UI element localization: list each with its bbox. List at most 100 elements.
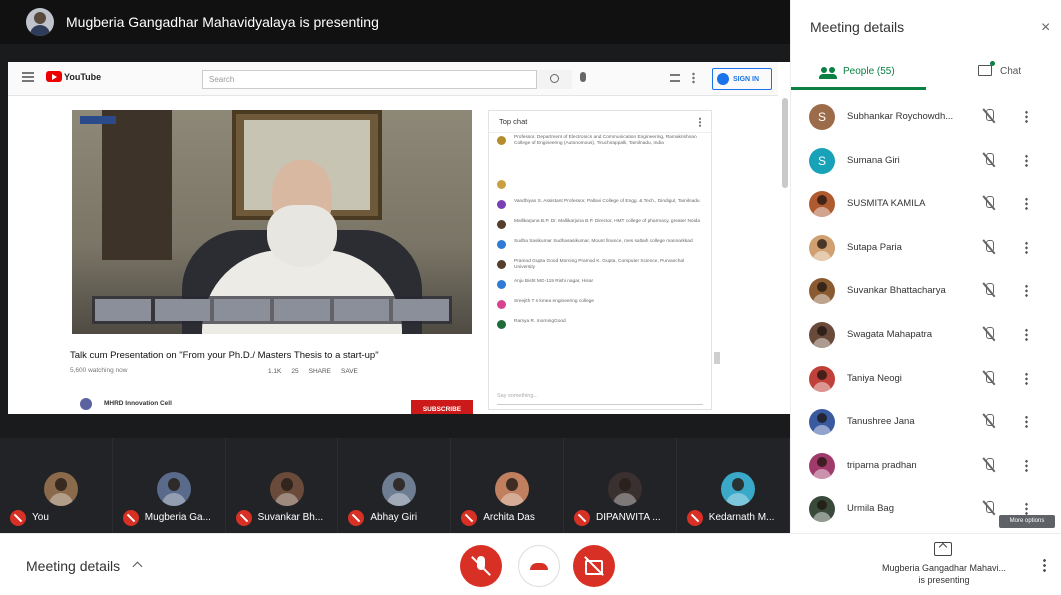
participant-name: DIPANWITA ... [595,512,661,523]
avatar [809,365,835,392]
share-button[interactable]: SHARE [309,368,331,375]
chat-header[interactable]: Top chat [489,111,711,133]
page-scrollbar[interactable] [782,98,788,188]
chat-message: Mallikarjuna B.P. Dr. Mallikarjuna B.P. … [489,217,711,237]
hamburger-menu-icon[interactable] [22,72,34,82]
chat-message: Sudha Sasikumar Sudhasasikumar, Mount fi… [489,237,711,257]
more-vert-icon[interactable] [1025,197,1028,211]
subscribe-button[interactable]: SUBSCRIBE [411,400,473,414]
people-list: S Subhankar Roychowdh... S Sumana Giri SUSMI… [791,96,1061,532]
channel-avatar[interactable] [80,398,92,410]
meet-window: Mugberia Gangadhar Mahavidyalaya is pres… [0,0,1061,595]
participant-name: Abhay Giri [370,512,418,523]
people-list-item[interactable]: SUSMITA KAMILA [791,183,1061,227]
participant-tile[interactable]: Suvankar Bh... [226,438,339,533]
mic-off-icon[interactable] [984,196,994,211]
avatar [809,278,835,305]
person-name: Swagata Mahapatra [847,328,933,340]
people-list-item[interactable]: Tanushree Jana [791,401,1061,445]
dislike-button[interactable]: 25 [291,368,298,375]
avatar [809,409,835,436]
voice-search-icon[interactable] [580,72,586,82]
mic-off-icon[interactable] [984,152,994,168]
video-shelf [102,110,172,260]
more-vert-icon[interactable] [1025,153,1028,167]
mic-off-icon[interactable] [984,457,994,473]
person-name: Tanushree Jana [847,416,915,428]
camera-off-button[interactable] [573,545,615,587]
chat-text: Professor, Department of Electronics and… [514,135,697,146]
youtube-header: YouTube Search SIGN IN [8,62,778,96]
more-vert-icon[interactable] [1025,327,1028,341]
more-vert-icon[interactable] [1025,284,1028,298]
person-name: Sutapa Paria [847,241,902,253]
people-list-item[interactable]: Sutapa Paria [791,227,1061,271]
person-name: SUSMITA KAMILA [847,198,926,210]
mic-off-icon[interactable] [984,370,994,386]
participant-tile[interactable]: Archita Das [451,438,564,533]
hang-up-button[interactable] [518,545,560,587]
chat-message: Ramya R. morningGood [489,317,711,337]
tab-people[interactable]: People (55) [791,52,926,90]
participant-name: Suvankar Bh... [257,512,324,523]
mic-off-icon[interactable] [984,239,994,255]
participant-tile[interactable]: DIPANWITA ... [564,438,677,533]
more-vert-icon[interactable] [1025,110,1028,123]
people-list-item[interactable]: S Subhankar Roychowdh... [791,96,1061,140]
mic-off-button[interactable] [460,545,502,587]
more-options-icon[interactable] [1043,558,1046,572]
people-list-item[interactable]: Suvankar Bhattacharya [791,270,1061,314]
chat-text: Vandhiyan S. Assistant Professor, Pallav… [514,199,700,204]
apps-icon[interactable] [670,74,680,82]
person-name: triparna pradhan [847,459,917,471]
save-button[interactable]: SAVE [341,368,358,375]
video-thumbnail [333,299,390,321]
person-name: Urmila Bag [847,503,894,515]
mic-off-icon[interactable] [984,501,994,516]
mic-off-icon[interactable] [984,326,994,342]
people-list-item[interactable]: Swagata Mahapatra [791,314,1061,358]
meeting-details-button[interactable]: Meeting details [26,558,120,574]
chevron-up-icon[interactable] [132,561,143,572]
participant-tile[interactable]: You [0,438,113,533]
people-list-item[interactable]: triparna pradhan [791,445,1061,489]
youtube-logo-text: YouTube [64,71,102,82]
more-vert-icon[interactable] [1025,415,1028,429]
participant-tile[interactable]: Mugberia Ga... [113,438,226,533]
present-icon[interactable] [934,542,952,556]
mic-off-icon[interactable] [984,414,994,429]
tab-chat[interactable]: Chat [926,52,1061,90]
youtube-play-icon [46,71,62,82]
participant-tile[interactable]: Abhay Giri [338,438,452,533]
more-vert-icon[interactable] [1025,502,1028,516]
video-participant-thumbnails [92,296,452,324]
close-icon[interactable]: × [1041,19,1050,37]
youtube-logo[interactable]: YouTube [46,71,101,82]
more-vert-icon[interactable] [1025,458,1028,472]
more-vert-icon[interactable] [1025,240,1028,254]
more-vert-icon[interactable] [692,72,695,84]
chat-avatar [497,220,506,229]
more-vert-icon[interactable] [1025,371,1028,385]
chat-avatar [497,280,506,289]
avatar: S [809,147,835,174]
like-button[interactable]: 1.1K [268,368,281,375]
chat-text: Mallikarjuna B.P. Dr. Mallikarjuna B.P. … [514,219,701,224]
youtube-search-input[interactable]: Search [202,70,572,89]
participant-tile[interactable]: Kedarnath M... [677,438,790,533]
channel-name[interactable]: MHRD Innovation Cell [104,400,172,407]
participant-avatar [607,472,642,506]
chat-scrollbar[interactable] [714,352,720,364]
avatar [809,496,835,523]
sign-in-button[interactable]: SIGN IN [712,68,772,90]
mic-off-icon[interactable] [984,283,994,298]
chat-message: Professor, Department of Electronics and… [489,133,711,177]
people-list-item[interactable]: S Sumana Giri [791,140,1061,184]
people-list-item[interactable]: Taniya Neogi [791,358,1061,402]
search-icon[interactable] [536,70,572,89]
chat-avatar [497,200,506,209]
video-actions: 1.1K 25 SHARE SAVE [268,368,358,375]
chat-input[interactable]: Say something... [497,393,703,405]
video-player[interactable] [72,110,472,334]
mic-off-icon[interactable] [984,109,994,124]
